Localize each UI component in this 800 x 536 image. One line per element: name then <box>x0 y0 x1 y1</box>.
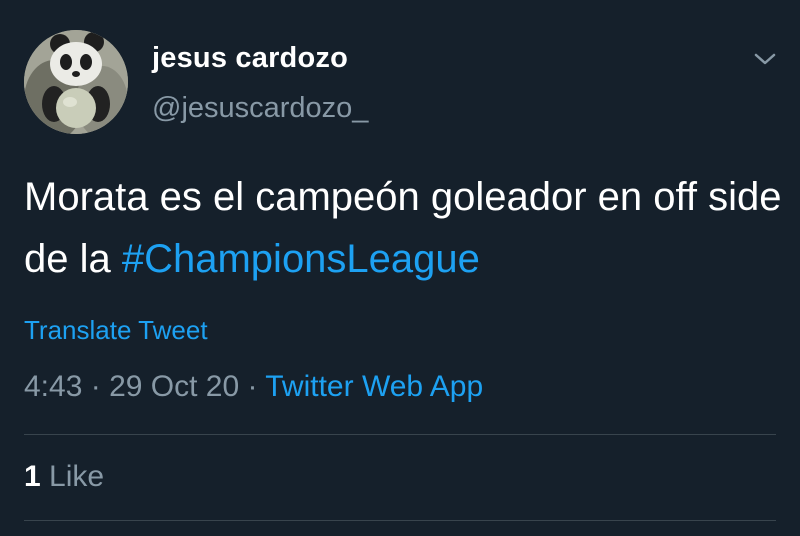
meta-separator: · <box>239 370 266 403</box>
tweet-time[interactable]: 4:43 <box>24 370 82 403</box>
author-display-name[interactable]: jesus cardozo <box>152 42 348 75</box>
divider <box>24 434 776 435</box>
tweet-metadata: 4:43 · 29 Oct 20 · Twitter Web App <box>24 370 483 404</box>
hashtag-link[interactable]: #ChampionsLeague <box>122 237 480 281</box>
likes-stat[interactable]: 1 Like <box>24 460 104 494</box>
likes-count: 1 <box>24 460 41 493</box>
translate-tweet-link[interactable]: Translate Tweet <box>24 315 208 346</box>
chevron-down-icon[interactable] <box>752 48 778 70</box>
avatar[interactable] <box>24 30 128 134</box>
meta-separator: · <box>82 370 110 403</box>
tweet-detail: jesus cardozo @jesuscardozo_ Morata es e… <box>0 0 800 536</box>
likes-label: Like <box>49 460 105 493</box>
divider <box>24 520 776 521</box>
panda-avatar-icon <box>24 30 128 134</box>
tweet-date[interactable]: 29 Oct 20 <box>109 370 239 403</box>
author-handle[interactable]: @jesuscardozo_ <box>152 92 368 125</box>
tweet-source-link[interactable]: Twitter Web App <box>265 370 483 403</box>
tweet-text: Morata es el campeón goleador en off sid… <box>24 166 794 290</box>
